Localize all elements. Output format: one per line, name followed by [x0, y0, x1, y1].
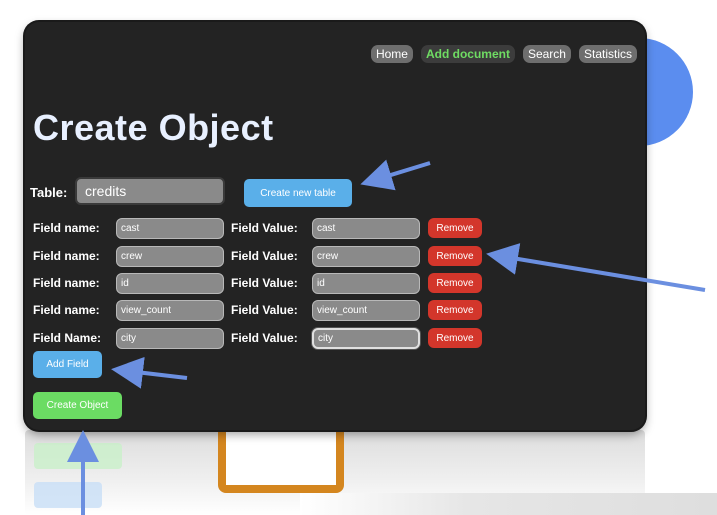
nav-statistics[interactable]: Statistics: [578, 45, 637, 63]
field-name-label: Field name:: [33, 221, 100, 235]
app-window: Home Add document Search Statistics Crea…: [25, 22, 645, 430]
create-object-button[interactable]: Create Object: [33, 392, 122, 419]
field-value-input[interactable]: [312, 328, 420, 349]
field-row: Field name: Field Value: Remove: [25, 273, 645, 295]
field-row: Field Name: Field Value: Remove: [25, 328, 645, 350]
create-new-table-button[interactable]: Create new table: [244, 179, 352, 207]
field-name-label: Field name:: [33, 249, 100, 263]
remove-button[interactable]: Remove: [428, 300, 482, 320]
top-nav: Home Add document Search Statistics: [370, 45, 637, 63]
field-value-label: Field Value:: [231, 276, 298, 290]
field-name-label: Field name:: [33, 303, 100, 317]
field-value-input[interactable]: [312, 273, 420, 294]
reflection-create-button: [34, 443, 122, 469]
nav-home[interactable]: Home: [370, 45, 413, 63]
field-value-input[interactable]: [312, 246, 420, 267]
field-name-input[interactable]: [116, 273, 224, 294]
floor-shadow: [300, 493, 717, 515]
field-row: Field name: Field Value: Remove: [25, 218, 645, 240]
field-value-label: Field Value:: [231, 331, 298, 345]
field-row: Field name: Field Value: Remove: [25, 300, 645, 322]
field-name-input[interactable]: [116, 328, 224, 349]
remove-button[interactable]: Remove: [428, 246, 482, 266]
remove-button[interactable]: Remove: [428, 218, 482, 238]
nav-add-document[interactable]: Add document: [420, 45, 515, 63]
field-value-label: Field Value:: [231, 249, 298, 263]
field-value-input[interactable]: [312, 218, 420, 239]
reflection-add-button: [34, 482, 102, 508]
remove-button[interactable]: Remove: [428, 328, 482, 348]
table-label: Table:: [30, 185, 68, 200]
field-name-input[interactable]: [116, 218, 224, 239]
field-name-label: Field Name:: [33, 331, 102, 345]
add-field-button[interactable]: Add Field: [33, 351, 102, 378]
field-name-input[interactable]: [116, 300, 224, 321]
field-name-label: Field name:: [33, 276, 100, 290]
field-name-input[interactable]: [116, 246, 224, 267]
table-name-input[interactable]: [75, 177, 225, 205]
nav-search[interactable]: Search: [522, 45, 571, 63]
field-value-input[interactable]: [312, 300, 420, 321]
page-title: Create Object: [33, 107, 274, 148]
field-row: Field name: Field Value: Remove: [25, 246, 645, 268]
field-value-label: Field Value:: [231, 221, 298, 235]
field-value-label: Field Value:: [231, 303, 298, 317]
remove-button[interactable]: Remove: [428, 273, 482, 293]
